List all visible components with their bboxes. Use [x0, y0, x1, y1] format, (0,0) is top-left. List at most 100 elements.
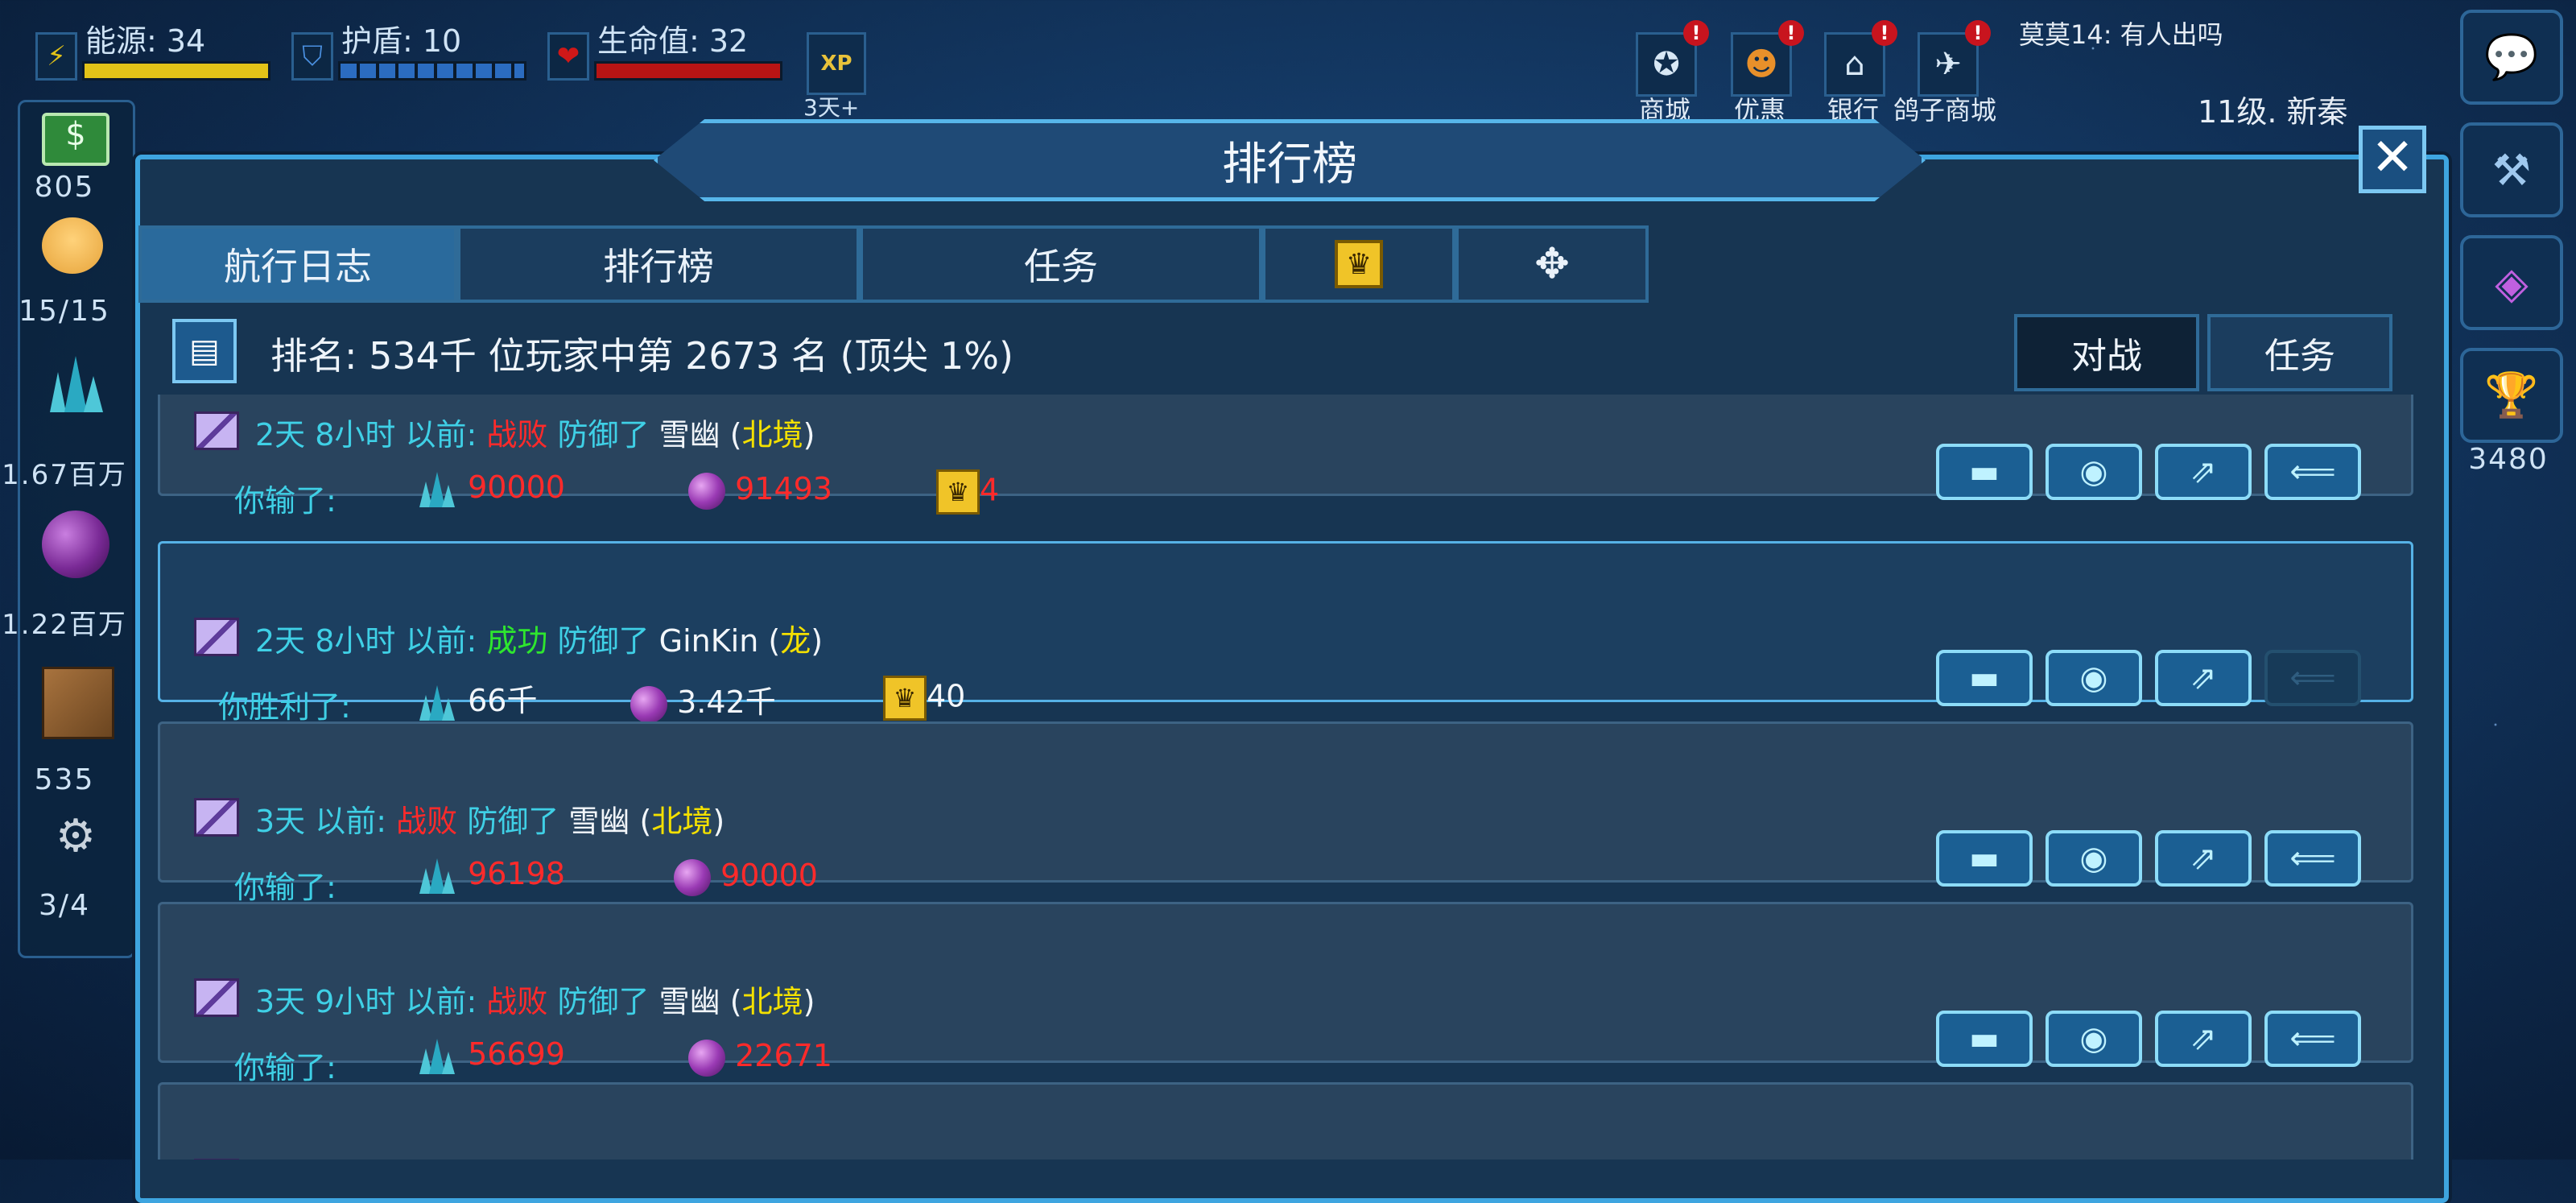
pigeon-shop-button[interactable]: ✈! — [1918, 20, 1991, 97]
revenge-button: ⟸ — [2264, 650, 2361, 706]
share-button[interactable]: ⇗ — [2155, 444, 2252, 500]
trophy-icon: ♛ — [936, 469, 980, 515]
orb-loss: 22671 — [688, 1038, 832, 1077]
energy-bar — [82, 61, 270, 81]
battle-type-icon — [194, 618, 239, 656]
credits-value: 805 — [34, 171, 95, 204]
offers-button[interactable]: ☻! — [1731, 20, 1804, 97]
crew-avatar-icon[interactable] — [42, 217, 103, 274]
shield-label: 护盾: 10 — [341, 23, 462, 59]
orb-amount: 90000 — [720, 858, 818, 893]
orb-icon[interactable] — [42, 511, 109, 578]
crystal-icon[interactable] — [42, 348, 109, 415]
orbs-value: 1.22百万 — [2, 609, 127, 641]
xp-icon[interactable]: XP — [807, 32, 866, 95]
revenge-button[interactable]: ⟸ — [2264, 444, 2361, 500]
orb-loss: 91493 — [688, 471, 832, 510]
entry-faction: 北境 — [741, 984, 803, 1019]
health-stat: ❤ 生命值: 32 — [547, 14, 805, 81]
trophy-icon: ♛ — [1335, 240, 1383, 288]
battle-type-icon — [194, 411, 239, 450]
paren-close: ) — [811, 623, 824, 659]
close-button[interactable]: ✕ — [2359, 126, 2426, 193]
crystal-icon — [419, 858, 455, 894]
trophy-button[interactable]: 🏆 — [2460, 348, 2563, 443]
crystal-amount: 96198 — [468, 856, 565, 891]
entry-action: 防御了 — [557, 984, 650, 1019]
build-hammer-button[interactable]: ⚒ — [2460, 122, 2563, 217]
subtab-missions[interactable]: 任务 — [2207, 314, 2392, 391]
tab-trophy[interactable]: ♛ — [1262, 225, 1455, 303]
cargo-crate-icon[interactable] — [42, 667, 114, 739]
entry-summary: 你输了: — [234, 1050, 336, 1085]
trophy-change: ♛ 40 — [883, 676, 965, 721]
ship-button[interactable]: ◈ — [2460, 235, 2563, 330]
entry-opponent: 雪幽 — [658, 417, 720, 453]
share-button[interactable]: ⇗ — [2155, 830, 2252, 887]
chat-message[interactable]: 莫莫14: 有人出吗 — [2019, 14, 2223, 52]
trophy-icon: ♛ — [883, 676, 927, 721]
entry-time: 2天 8小时 以前: — [255, 623, 477, 659]
orb-amount: 3.42千 — [677, 684, 776, 720]
replay-button[interactable]: ▬ — [1936, 830, 2033, 887]
shield-icon: ⛉ — [291, 32, 333, 81]
entry-opponent: GinKin — [658, 623, 759, 659]
revenge-button[interactable]: ⟸ — [2264, 830, 2361, 887]
revenge-button[interactable]: ⟸ — [2264, 1011, 2361, 1067]
tab-missions[interactable]: 任务 — [860, 225, 1262, 303]
share-button[interactable]: ⇗ — [2155, 1011, 2252, 1067]
share-button[interactable]: ⇗ — [2155, 650, 2252, 706]
star-icon: ✪ — [1653, 46, 1680, 83]
replay-button[interactable]: ▬ — [1936, 1011, 2033, 1067]
sword-icon: ⟸ — [2289, 659, 2336, 697]
entry-opponent: 雪幽 — [568, 804, 630, 839]
tab-move[interactable]: ✥ — [1455, 225, 1649, 303]
entry-summary: 你输了: — [234, 483, 336, 519]
entry-result: 成功 — [486, 623, 548, 659]
module-gear-icon[interactable]: ⚙ — [42, 810, 109, 878]
bank-button[interactable]: ⌂! — [1824, 20, 1897, 97]
entry-result: 战败 — [396, 804, 458, 839]
trophy-amount: 40 — [927, 678, 966, 714]
entry-time: 3天 9小时 以前: — [255, 984, 477, 1019]
chat-bubble-button[interactable]: 💬 — [2460, 10, 2563, 105]
tab-log[interactable]: 航行日志 — [138, 225, 457, 303]
entry-time: 2天 8小时 以前: — [255, 417, 477, 453]
move-arrows-icon: ✥ — [1534, 240, 1570, 288]
trophy-amount: 4 — [980, 472, 1000, 508]
orb-amount: 22671 — [735, 1038, 832, 1073]
subtab-battle[interactable]: 对战 — [2014, 314, 2199, 391]
alert-badge: ! — [1965, 20, 1991, 46]
xp-boost-time: 3天+ — [803, 94, 860, 121]
tab-leaderboard[interactable]: 排行榜 — [457, 225, 860, 303]
cargo-value: 535 — [34, 763, 95, 796]
entry-opponent: 雪幽 — [658, 984, 720, 1019]
view-button[interactable]: ◉ — [2046, 650, 2142, 706]
credits-icon[interactable]: $ — [42, 113, 109, 166]
pumpkin-icon: ☻ — [1744, 46, 1778, 83]
battle-type-icon — [194, 978, 239, 1017]
entry-action: 防御了 — [467, 804, 559, 839]
view-button[interactable]: ◉ — [2046, 830, 2142, 887]
crystal-loss: 66千 — [416, 676, 537, 722]
entry-summary: 你输了: — [234, 870, 336, 905]
eye-icon: ◉ — [2079, 1020, 2108, 1057]
battle-log-entry: 2天 8小时 以前: 成功 防御了 GinKin (龙) 你胜利了: 66千 3.… — [158, 541, 2413, 725]
eye-icon: ◉ — [2079, 453, 2108, 490]
eye-icon: ◉ — [2079, 840, 2108, 877]
entry-header: 3天 9小时 以前: 战败 防御了 雪幽 (北境) — [255, 977, 815, 1021]
heart-icon: ❤ — [547, 32, 589, 81]
video-camera-icon: ▬ — [1969, 453, 2000, 490]
view-button[interactable]: ◉ — [2046, 1011, 2142, 1067]
pigeon-shop-label: 鸽子商城 — [1893, 95, 1997, 126]
sword-icon: ⟸ — [2289, 840, 2336, 877]
orb-loss: 3.42千 — [630, 677, 776, 723]
sword-icon: ⟸ — [2289, 1020, 2336, 1057]
alert-badge: ! — [1778, 20, 1804, 46]
health-bar — [594, 61, 782, 81]
view-button[interactable]: ◉ — [2046, 444, 2142, 500]
replay-button[interactable]: ▬ — [1936, 444, 2033, 500]
replay-button[interactable]: ▬ — [1936, 650, 2033, 706]
battle-log-entry: 3天 以前: 战败 防御了 雪幽 (北境) 你输了: 96198 90000 ▬ ◉ ⇗… — [158, 721, 2413, 905]
shop-button[interactable]: ✪! — [1636, 20, 1709, 97]
